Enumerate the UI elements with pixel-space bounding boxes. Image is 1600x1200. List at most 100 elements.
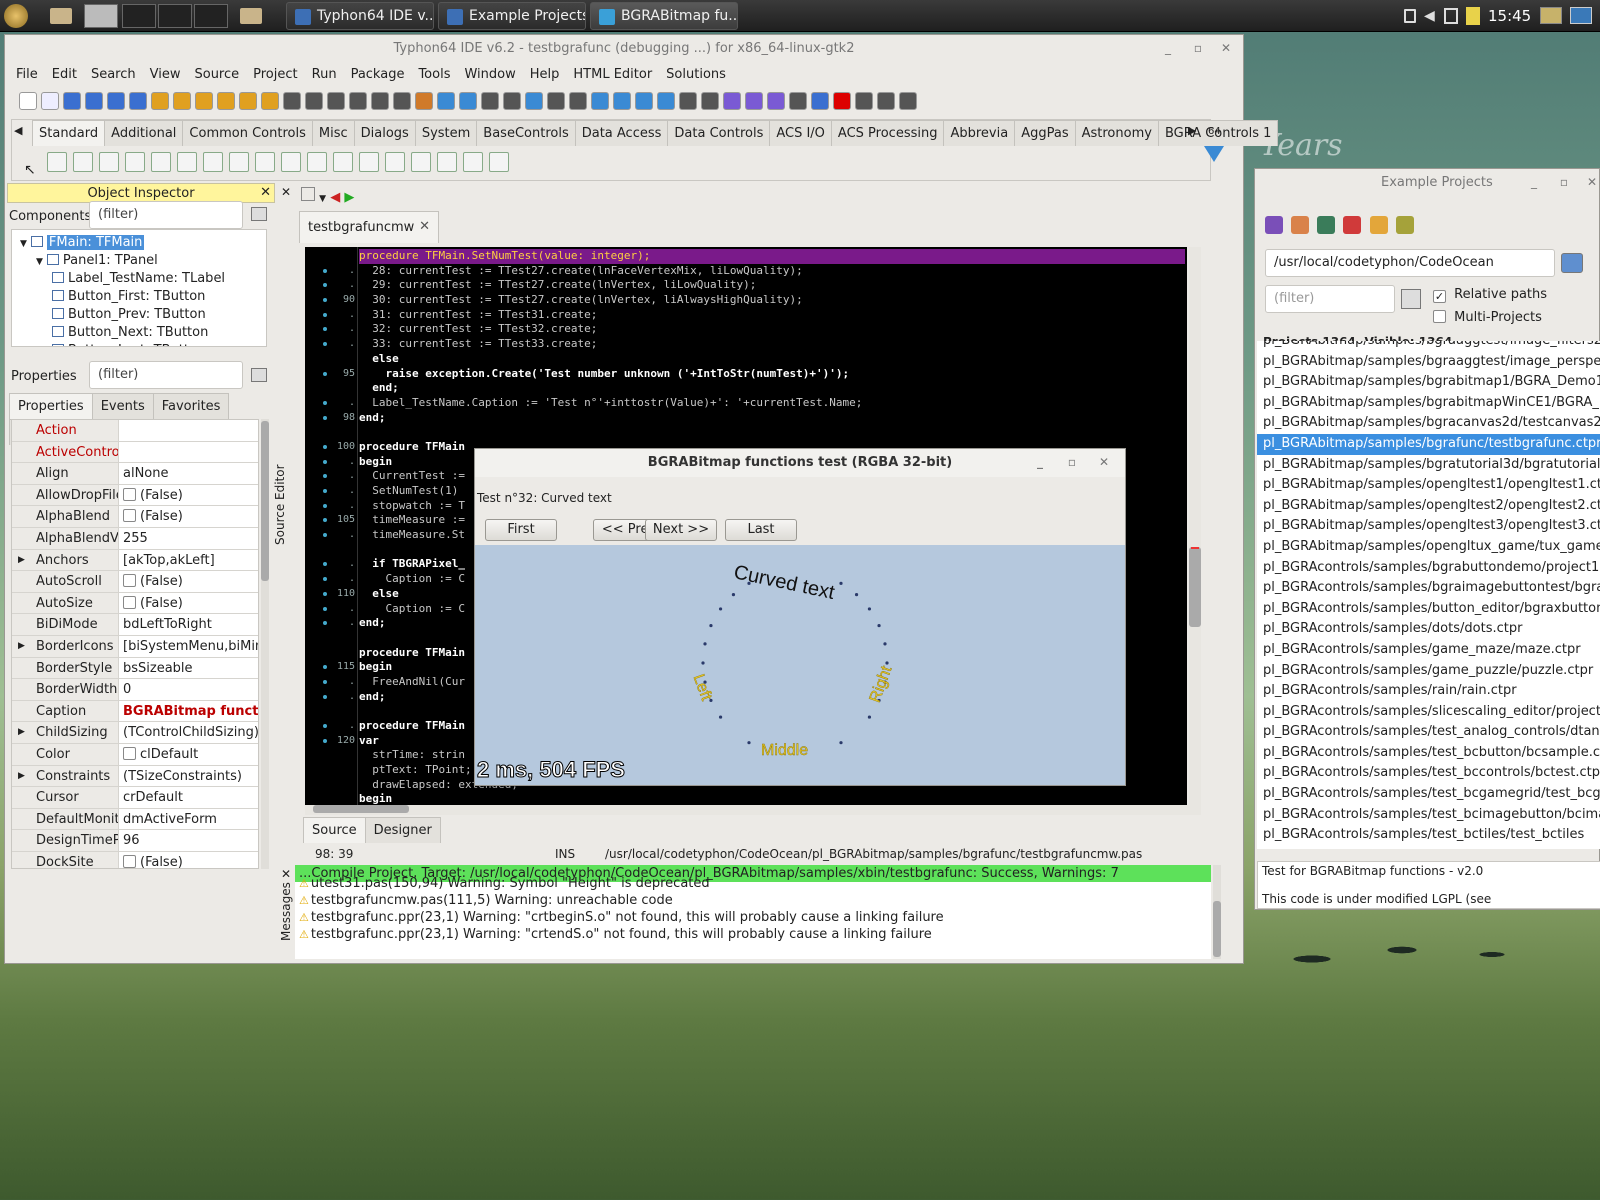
toolbar-icon[interactable] <box>129 92 147 110</box>
messages-close[interactable]: ✕ <box>281 867 291 881</box>
workspace-3[interactable] <box>158 4 192 28</box>
menu-help[interactable]: Help <box>523 63 567 87</box>
example-projects-titlebar[interactable]: Example Projects _ ▫ ✕ <box>1255 169 1599 197</box>
property-row[interactable]: ▶ Constraints (TSizeConstraints) <box>12 765 258 788</box>
code-line[interactable]: 95 raise exception.Create('Test number u… <box>323 367 1185 382</box>
maximize-button[interactable]: ▫ <box>1187 35 1209 63</box>
palette-component-icon[interactable] <box>99 152 119 172</box>
toolbar-icon[interactable] <box>481 92 499 110</box>
close-button[interactable]: ✕ <box>1215 35 1237 63</box>
next-button[interactable]: Next >> <box>645 519 717 541</box>
project-list-item[interactable]: pl_BGRAcontrols/samples/dots/dots.ctpr <box>1257 619 1600 640</box>
workspace-4[interactable] <box>194 4 228 28</box>
project-list-item[interactable]: pl_BGRAcontrols/samples/rain/rain.ctpr <box>1257 681 1600 702</box>
first-button[interactable]: First <box>485 519 557 541</box>
tree-node[interactable]: Button_Prev: TButton <box>12 306 266 324</box>
palette-tab-data-controls[interactable]: Data Controls <box>667 120 771 146</box>
ide-titlebar[interactable]: Typhon64 IDE v6.2 - testbgrafunc (debugg… <box>5 35 1243 63</box>
refresh-icon[interactable] <box>1265 216 1283 234</box>
palette-component-icon[interactable] <box>73 152 93 172</box>
code-line[interactable] <box>359 425 1185 440</box>
property-row[interactable]: AlphaBlend (False) <box>12 506 258 528</box>
task-bgrabitmap[interactable]: BGRABitmap fu... <box>590 2 738 30</box>
palette-component-icon[interactable] <box>203 152 223 172</box>
editor-menu-icon[interactable] <box>301 187 315 201</box>
toolbar-icon[interactable] <box>789 92 807 110</box>
menu-project[interactable]: Project <box>246 63 304 87</box>
project-list-item[interactable]: pl_BGRAcontrols/samples/test_bcbutton/bc… <box>1257 743 1600 764</box>
property-row[interactable]: AutoSize (False) <box>12 592 258 615</box>
palette-component-icon[interactable] <box>489 152 509 172</box>
toolbar-icon[interactable] <box>41 92 59 110</box>
project-list-item[interactable]: pl_BGRAcontrols/samples/bgrabuttondemo/p… <box>1257 558 1600 579</box>
task-typhon-ide[interactable]: Typhon64 IDE v... <box>286 2 434 30</box>
minimize-button[interactable]: _ <box>1523 169 1545 197</box>
toolbar-icon[interactable] <box>437 92 455 110</box>
project-list-item[interactable]: pl_BGRAbitmap/samples/bgracanvas2d/testc… <box>1257 413 1600 434</box>
chevron-down-icon[interactable]: ▼ <box>319 194 326 204</box>
editor-hscroll[interactable] <box>305 805 1201 815</box>
project-list-item[interactable]: pl_BGRAcontrols/samples/button_editor/bg… <box>1257 599 1600 620</box>
toolbar-icon[interactable] <box>811 92 829 110</box>
toolbar-icon[interactable] <box>195 92 213 110</box>
property-row[interactable]: ▶ ChildSizing (TControlChildSizing) <box>12 722 258 744</box>
toolbar-icon[interactable] <box>591 92 609 110</box>
project-list-item[interactable]: pl_BGRAbitmap/samples/opengltux_game/tux… <box>1257 537 1600 558</box>
settings-icon[interactable] <box>1395 216 1414 234</box>
tab-favorites[interactable]: Favorites <box>152 393 230 419</box>
pointer-icon[interactable]: ↖ <box>24 162 44 178</box>
filter-icon[interactable] <box>251 368 267 382</box>
project-list-item[interactable]: pl_BGRAcontrols/samples/game_puzzle/puzz… <box>1257 661 1600 682</box>
menu-package[interactable]: Package <box>344 63 412 87</box>
palette-component-icon[interactable] <box>385 152 405 172</box>
relative-paths-checkbox[interactable]: ✓ Relative paths <box>1433 287 1547 303</box>
workspace-2[interactable] <box>122 4 156 28</box>
toolbar-icon[interactable] <box>547 92 565 110</box>
toolbar-icon[interactable] <box>569 92 587 110</box>
project-list-item[interactable]: pl_BGRAcontrols/samples/bgraimagebuttont… <box>1257 578 1600 599</box>
property-row[interactable]: DefaultMonito dmActiveForm <box>12 808 258 831</box>
test-titlebar[interactable]: BGRABitmap functions test (RGBA 32-bit) … <box>475 449 1125 477</box>
toolbar-icon[interactable] <box>85 92 103 110</box>
last-button[interactable]: Last <box>725 519 797 541</box>
project-list-item[interactable]: pl_BGRAcontrols/samples/test_bccontrols/… <box>1257 763 1600 784</box>
screen-icon[interactable] <box>1540 7 1562 24</box>
toolbar-icon[interactable] <box>635 92 653 110</box>
property-row[interactable]: DesignTimePP96 <box>12 830 258 852</box>
editor-tab[interactable]: testbgrafuncmw ✕ <box>299 211 439 243</box>
property-row[interactable]: CaptionBGRABitmap functions <box>12 700 258 723</box>
palette-tab-standard[interactable]: Standard <box>32 120 106 146</box>
project-list-item[interactable]: pl_BGRAcontrols/samples/game_maze/maze.c… <box>1257 640 1600 661</box>
palette-component-icon[interactable] <box>437 152 457 172</box>
message-item[interactable]: ⚠ testbgrafuncmw.pas(111,5) Warning: unre… <box>295 892 1211 909</box>
property-row[interactable]: BorderWidth 0 <box>12 679 258 701</box>
expand-icon[interactable]: ▼ <box>36 257 43 267</box>
monitor-icon[interactable] <box>1570 7 1592 24</box>
toolbar-icon[interactable] <box>679 92 697 110</box>
property-row[interactable]: AlphaBlendVal255 <box>12 527 258 550</box>
tree-node[interactable]: ▼ FMain: TFMain <box>12 234 266 252</box>
project-list-item[interactable]: pl_BGRAbitmap/samples/bgrabitmapWinCE1/B… <box>1257 393 1600 414</box>
open-icon[interactable] <box>1317 216 1336 234</box>
code-line[interactable]: . 29: currentTest := TTest27.create(lnVe… <box>323 278 1185 293</box>
back-arrow-icon[interactable]: ◀ <box>330 190 340 205</box>
code-line[interactable]: . 33: currentTest := TTest33.create; <box>323 337 1185 352</box>
workspace-1[interactable] <box>84 4 118 28</box>
palette-down-arrow-icon[interactable] <box>1204 146 1224 162</box>
property-row[interactable]: ActiveControl <box>12 441 258 464</box>
project-list-item[interactable]: pl_BGRAcontrols/samples/test_analog_cont… <box>1257 722 1600 743</box>
toolbar-icon[interactable] <box>173 92 191 110</box>
property-row[interactable]: Color clDefault <box>12 743 258 766</box>
ep-path-input[interactable]: /usr/local/codetyphon/CodeOcean <box>1265 249 1555 277</box>
menu-view[interactable]: View <box>143 63 188 87</box>
menu-edit[interactable]: Edit <box>45 63 84 87</box>
close-icon[interactable]: ✕ <box>260 183 271 203</box>
menu-file[interactable]: File <box>9 63 45 87</box>
maximize-button[interactable]: ▫ <box>1553 169 1575 197</box>
tree-node[interactable]: Button_First: TButton <box>12 288 266 306</box>
toolbar-icon[interactable] <box>701 92 719 110</box>
code-line[interactable]: begin <box>359 792 1185 805</box>
menu-html-editor[interactable]: HTML Editor <box>566 63 659 87</box>
toolbar-icon[interactable] <box>855 92 873 110</box>
property-row[interactable]: ▶BorderIcons[biSystemMenu,biMinin <box>12 635 258 658</box>
